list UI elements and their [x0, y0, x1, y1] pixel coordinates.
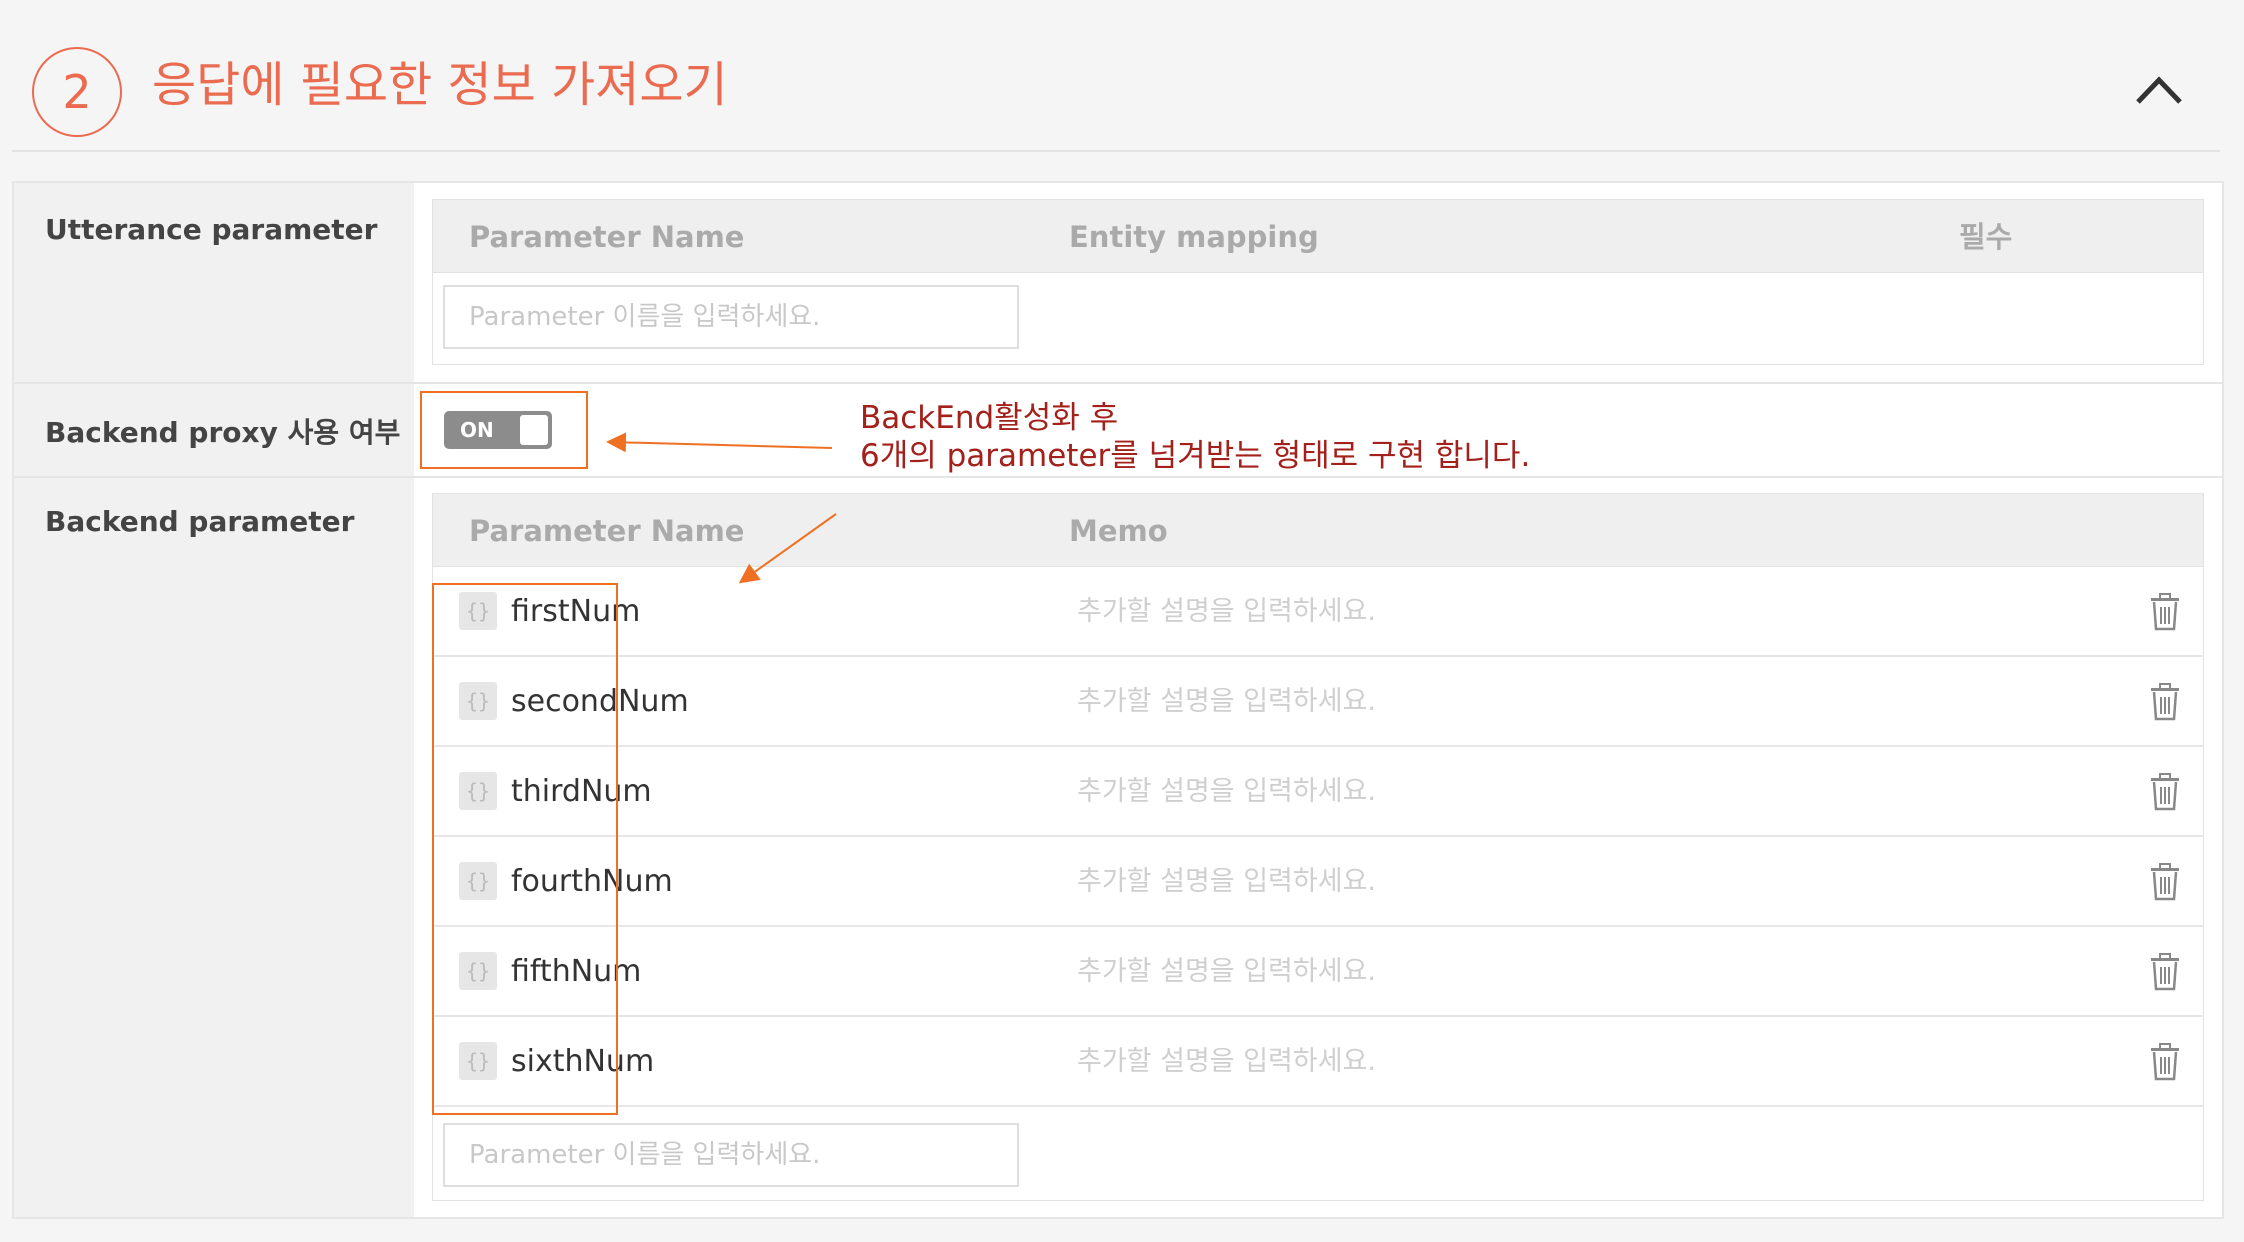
arrow-to-toggle	[606, 432, 833, 453]
parameter-row: {} sixthNum 추가할 설명을 입력하세요.	[433, 1017, 2203, 1107]
parameter-name[interactable]: thirdNum	[511, 747, 652, 837]
parameter-name[interactable]: fourthNum	[511, 837, 673, 927]
parameter-row: {} fourthNum 추가할 설명을 입력하세요.	[433, 837, 2203, 927]
memo-field[interactable]: 추가할 설명을 입력하세요.	[1077, 1017, 1376, 1107]
parameter-name[interactable]: firstNum	[511, 567, 640, 657]
parameter-name[interactable]: sixthNum	[511, 1017, 654, 1107]
trash-icon[interactable]	[2149, 863, 2181, 901]
annotation-line-1: BackEnd활성화 후	[860, 400, 1119, 436]
brace-icon: {}	[459, 592, 497, 630]
brace-icon: {}	[459, 862, 497, 900]
backend-parameter-label: Backend parameter	[45, 505, 355, 538]
memo-field[interactable]: 추가할 설명을 입력하세요.	[1077, 747, 1376, 837]
memo-field[interactable]: 추가할 설명을 입력하세요.	[1077, 927, 1376, 1017]
brace-icon: {}	[459, 682, 497, 720]
chevron-up-icon	[2136, 76, 2182, 104]
parameter-card: Utterance parameter Parameter Name Entit…	[12, 181, 2224, 1219]
utterance-table-header: Parameter Name Entity mapping 필수	[432, 199, 2204, 273]
trash-icon[interactable]	[2149, 773, 2181, 811]
backend-proxy-toggle[interactable]: ON	[444, 411, 552, 449]
toggle-state-label: ON	[460, 418, 494, 442]
parameter-name[interactable]: secondNum	[511, 657, 689, 747]
parameter-row: {} secondNum 추가할 설명을 입력하세요.	[433, 657, 2203, 747]
parameter-row: {} thirdNum 추가할 설명을 입력하세요.	[433, 747, 2203, 837]
trash-icon[interactable]	[2149, 953, 2181, 991]
column-required: 필수	[1959, 220, 2013, 254]
annotation-text: BackEnd활성화 후 6개의 parameter를 넘겨받는 형태로 구현 …	[860, 399, 1530, 475]
backend-table-header: Parameter Name Memo	[432, 493, 2204, 567]
toggle-knob	[520, 415, 548, 445]
row-divider	[14, 476, 2222, 478]
parameter-name[interactable]: fifthNum	[511, 927, 641, 1017]
backend-proxy-label: Backend proxy 사용 여부	[45, 416, 401, 449]
trash-icon[interactable]	[2149, 1043, 2181, 1081]
section-title: 응답에 필요한 정보 가져오기	[152, 57, 728, 113]
column-parameter-name: Parameter Name	[469, 220, 745, 254]
brace-icon: {}	[459, 1042, 497, 1080]
backend-parameter-input[interactable]	[443, 1123, 1019, 1187]
utterance-parameter-input[interactable]	[443, 285, 1019, 349]
brace-icon: {}	[459, 952, 497, 990]
parameter-row: {} fifthNum 추가할 설명을 입력하세요.	[433, 927, 2203, 1017]
memo-field[interactable]: 추가할 설명을 입력하세요.	[1077, 567, 1376, 657]
column-entity-mapping: Entity mapping	[1069, 220, 1319, 254]
column-memo: Memo	[1069, 514, 1168, 548]
memo-field[interactable]: 추가할 설명을 입력하세요.	[1077, 657, 1376, 747]
utterance-parameter-label: Utterance parameter	[45, 213, 378, 246]
trash-icon[interactable]	[2149, 683, 2181, 721]
label-column	[14, 183, 414, 1217]
step-number-badge: 2	[32, 47, 122, 137]
column-parameter-name: Parameter Name	[469, 514, 745, 548]
utterance-table-body	[432, 273, 2204, 365]
annotation-line-2: 6개의 parameter를 넘겨받는 형태로 구현 합니다.	[860, 438, 1531, 474]
toggle-highlight-box: ON	[420, 391, 588, 469]
parameter-row: {} firstNum 추가할 설명을 입력하세요.	[433, 567, 2203, 657]
trash-icon[interactable]	[2149, 593, 2181, 631]
backend-table-body: {} firstNum 추가할 설명을 입력하세요. {} secondNum 추가할 설…	[432, 567, 2204, 1201]
row-divider	[14, 382, 2222, 384]
section-header: 2 응답에 필요한 정보 가져오기	[12, 0, 2220, 152]
brace-icon: {}	[459, 772, 497, 810]
memo-field[interactable]: 추가할 설명을 입력하세요.	[1077, 837, 1376, 927]
collapse-button[interactable]	[2124, 64, 2194, 114]
